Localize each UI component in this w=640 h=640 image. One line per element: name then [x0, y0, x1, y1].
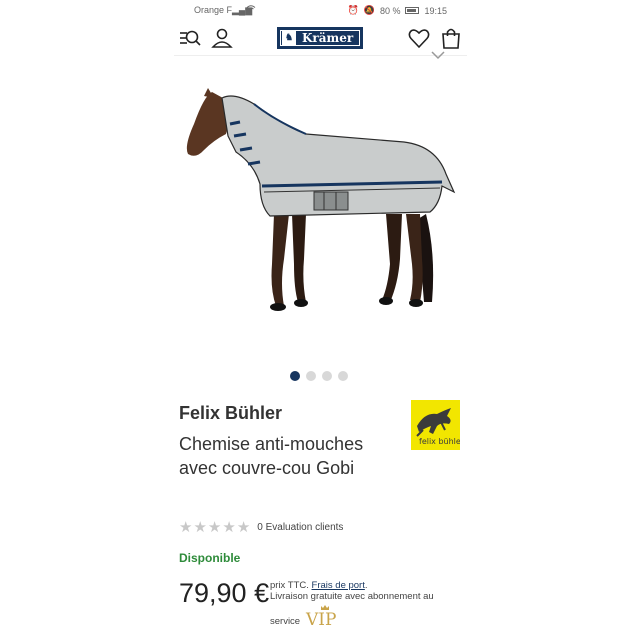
heart-icon[interactable]	[407, 26, 431, 50]
product-image-horse-fly-sheet[interactable]	[174, 64, 467, 354]
star-icon: ★	[179, 519, 193, 536]
search-menu-icon[interactable]	[178, 26, 202, 50]
kramer-logo[interactable]: ♞ Krämer	[277, 27, 363, 49]
battery-icon	[405, 7, 420, 14]
availability-status: Disponible	[179, 551, 241, 565]
image-carousel-dots	[290, 371, 348, 381]
price-info: prix TTC. Frais de port. Livraison gratu…	[270, 580, 434, 602]
chevron-down-icon[interactable]	[430, 50, 446, 60]
user-icon[interactable]	[210, 26, 234, 50]
shopping-bag-icon[interactable]	[439, 26, 463, 50]
brand-logo-text: felix bühler	[419, 437, 460, 446]
star-icon: ★	[207, 519, 222, 536]
product-brand[interactable]: Felix Bühler	[179, 403, 282, 424]
rating-count-label[interactable]: 0 Evaluation clients	[257, 522, 343, 533]
top-navigation: ♞ Krämer	[174, 20, 467, 56]
star-icon: ★	[193, 519, 207, 536]
clock: 19:15	[424, 5, 447, 16]
carousel-dot[interactable]	[306, 371, 316, 381]
mute-icon: 🔕	[363, 5, 375, 15]
phone-screen: Orange F ▂▄▆ ⏰ 🔕 80 % 19:15 ♞ Krämer Fel…	[174, 0, 467, 640]
logo-text: Krämer	[302, 31, 354, 45]
price-tax-note: prix TTC.	[270, 580, 309, 591]
service-label: service	[270, 616, 301, 627]
shipping-costs-link[interactable]: Frais de port	[312, 580, 365, 591]
star-icon: ★	[222, 519, 236, 536]
product-title: Chemise anti-mouches avec couvre-cou Gob…	[179, 434, 364, 478]
vip-label: VIP	[306, 610, 337, 630]
star-icon: ★	[236, 519, 251, 536]
horse-head-logo-icon: ♞	[282, 31, 296, 45]
carousel-dot[interactable]	[322, 371, 332, 381]
carousel-dot[interactable]	[338, 371, 348, 381]
status-right: ⏰ 🔕 80 % 19:15	[348, 5, 447, 16]
vip-badge[interactable]: VIP	[306, 604, 346, 630]
wifi-icon	[246, 5, 256, 12]
vip-shipping-note: Livraison gratuite avec abonnement au	[270, 591, 434, 602]
rating-stars[interactable]: ★ ★ ★ ★ ★ 0 Evaluation clients	[179, 518, 343, 536]
status-bar: Orange F ▂▄▆ ⏰ 🔕 80 % 19:15	[174, 0, 467, 20]
carrier-label: Orange F	[194, 5, 233, 15]
battery-percent: 80 %	[379, 5, 401, 16]
product-price: 79,90 €	[179, 578, 270, 608]
felix-buhler-logo[interactable]: felix bühler	[411, 400, 460, 450]
alarm-icon: ⏰	[347, 5, 359, 15]
carousel-dot[interactable]	[290, 371, 300, 381]
